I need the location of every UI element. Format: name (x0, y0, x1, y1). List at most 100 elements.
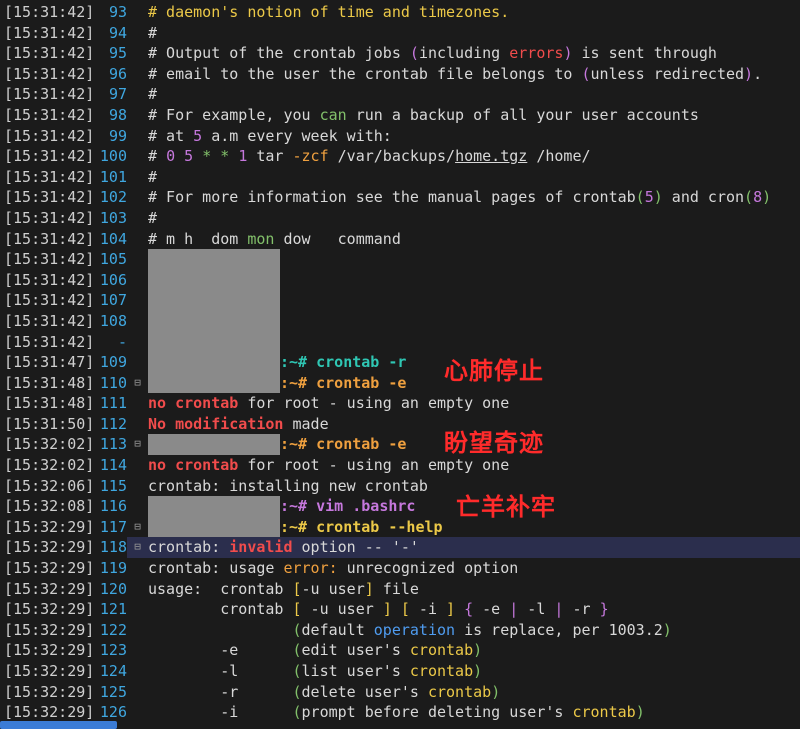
line-number[interactable]: 109 (95, 352, 127, 373)
log-line: [15:31:42]107 (0, 290, 800, 311)
fold-icon[interactable]: ⊟ (127, 434, 148, 455)
timestamp: [15:32:29] (0, 682, 95, 703)
line-number[interactable]: 103 (95, 208, 127, 229)
line-number[interactable]: 110 (95, 373, 127, 394)
line-number[interactable]: 113 (95, 434, 127, 455)
line-number[interactable]: 107 (95, 290, 127, 311)
fold-icon (127, 393, 148, 414)
line-body: # m h dom mon dow command (127, 229, 800, 250)
fold-icon (127, 126, 148, 147)
fold-icon[interactable]: ⊟ (127, 373, 148, 394)
line-number[interactable]: 115 (95, 476, 127, 497)
fold-icon[interactable]: ⊟ (127, 537, 148, 558)
redacted-block (148, 249, 280, 270)
line-number[interactable]: 114 (95, 455, 127, 476)
line-content: crontab: usage error: unrecognized optio… (148, 558, 800, 579)
annotation-text: 心肺停止 (444, 358, 544, 384)
text-segment: # m h dom (148, 230, 247, 248)
line-content: # Output of the crontab jobs (including … (148, 43, 800, 64)
timestamp: [15:31:42] (0, 146, 95, 167)
fold-icon (127, 105, 148, 126)
timestamp: [15:31:42] (0, 270, 95, 291)
line-number[interactable]: 122 (95, 620, 127, 641)
line-content: # For example, you can run a backup of a… (148, 105, 800, 126)
text-segment: # daemon's notion of time and timezones. (148, 3, 509, 21)
text-segment: crontab: installing new crontab (148, 477, 428, 495)
line-content (148, 249, 800, 270)
line-content: # (148, 208, 800, 229)
line-number[interactable]: 96 (95, 64, 127, 85)
fold-icon (127, 599, 148, 620)
log-line: [15:32:29]120usage: crontab [-u user] fi… (0, 579, 800, 600)
text-segment: # (148, 209, 166, 227)
line-number[interactable]: 93 (95, 2, 127, 23)
line-body: usage: crontab [-u user] file (127, 579, 800, 600)
timestamp: [15:31:42] (0, 208, 95, 229)
line-number[interactable]: 116 (95, 496, 127, 517)
line-number[interactable]: 123 (95, 640, 127, 661)
line-number[interactable]: 99 (95, 126, 127, 147)
text-segment: -e (473, 600, 509, 618)
line-number[interactable]: 97 (95, 84, 127, 105)
log-line: [15:31:42]106 (0, 270, 800, 291)
text-segment: :~# crontab --help (280, 518, 443, 536)
line-body: no crontab for root - using an empty one (127, 393, 800, 414)
text-segment: crontab: (148, 538, 229, 556)
line-content: # 0 5 * * 1 tar -zcf /var/backups/home.t… (148, 146, 800, 167)
line-number[interactable]: 102 (95, 187, 127, 208)
line-number[interactable]: 126 (95, 702, 127, 723)
fold-icon[interactable]: ⊟ (127, 517, 148, 538)
line-content: # at 5 a.m every week with: (148, 126, 800, 147)
line-number[interactable]: 125 (95, 682, 127, 703)
line-number[interactable]: 120 (95, 579, 127, 600)
timestamp: [15:31:42] (0, 2, 95, 23)
line-number[interactable]: 100 (95, 146, 127, 167)
line-number[interactable]: - (95, 332, 127, 353)
text-segment: ) (491, 683, 500, 701)
line-body: # (127, 208, 800, 229)
line-number[interactable]: 124 (95, 661, 127, 682)
line-number[interactable]: 104 (95, 229, 127, 250)
text-segment: option -- '-' (293, 538, 419, 556)
text-segment: crontab: usage (148, 559, 283, 577)
timestamp: [15:31:42] (0, 64, 95, 85)
fold-icon (127, 496, 148, 517)
log-line: [15:31:42]99# at 5 a.m every week with: (0, 126, 800, 147)
line-content: # (148, 23, 800, 44)
log-line: [15:31:42]103 # (0, 208, 800, 229)
text-segment: [ (293, 600, 302, 618)
text-segment: ] (446, 600, 455, 618)
line-number[interactable]: 95 (95, 43, 127, 64)
fold-icon (127, 579, 148, 600)
line-content (148, 290, 800, 311)
line-body: # at 5 a.m every week with: (127, 126, 800, 147)
scrollbar-thumb[interactable] (0, 721, 117, 729)
text-segment: made (283, 415, 328, 433)
timestamp: [15:32:29] (0, 558, 95, 579)
line-number[interactable]: 111 (95, 393, 127, 414)
line-number[interactable]: 108 (95, 311, 127, 332)
redacted-block (148, 332, 280, 353)
terminal-log-viewer: [15:31:42]93# daemon's notion of time an… (0, 0, 800, 729)
line-content: no crontab for root - using an empty one (148, 455, 800, 476)
fold-icon (127, 84, 148, 105)
line-number[interactable]: 94 (95, 23, 127, 44)
line-number[interactable]: 119 (95, 558, 127, 579)
text-segment: ) (663, 621, 672, 639)
line-number[interactable]: 101 (95, 167, 127, 188)
line-number[interactable]: 106 (95, 270, 127, 291)
line-number[interactable]: 105 (95, 249, 127, 270)
fold-icon (127, 249, 148, 270)
text-segment: # (148, 85, 166, 103)
text-segment: ) (762, 188, 771, 206)
text-segment: a.m every week with: (202, 127, 392, 145)
line-number[interactable]: 112 (95, 414, 127, 435)
line-number[interactable]: 118 (95, 537, 127, 558)
line-number[interactable]: 121 (95, 599, 127, 620)
fold-icon (127, 229, 148, 250)
line-number[interactable]: 98 (95, 105, 127, 126)
text-segment: # For example, you (148, 106, 320, 124)
line-number[interactable]: 117 (95, 517, 127, 538)
line-content: -e (edit user's crontab) (148, 640, 800, 661)
text-segment: invalid (229, 538, 292, 556)
